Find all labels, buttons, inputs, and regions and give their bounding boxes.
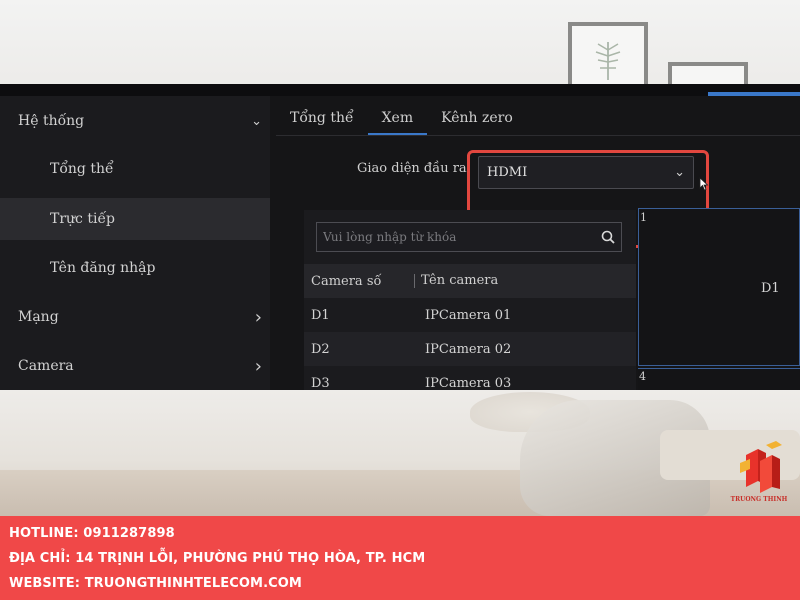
sidebar-item-label: Tổng thể [50,161,114,177]
chevron-down-icon: ⌄ [251,113,262,129]
tab-view[interactable]: Xem [367,102,428,136]
cell-camera-no: D2 [311,341,330,357]
nvr-settings-screen: Hệ thống ⌄ Tổng thể Trực tiếp Tên đăng n… [0,84,800,390]
sidebar: Hệ thống ⌄ Tổng thể Trực tiếp Tên đăng n… [0,96,270,390]
camera-list-panel: Camera số Tên camera D1 IPCamera 01 D2 I… [304,210,636,390]
sidebar-item-label: Hệ thống [18,113,85,129]
cell-camera-no: D3 [311,375,330,391]
search-icon[interactable] [601,230,615,244]
tab-zero-channel[interactable]: Kênh zero [427,102,527,136]
channel-label: D1 [761,281,780,296]
website-link[interactable]: WEBSITE: TRUONGTHINHTELECOM.COM [9,573,800,598]
cell-camera-name: IPCamera 01 [425,307,512,323]
output-interface-label: Giao diện đầu ra [357,161,467,176]
sidebar-item-login[interactable]: Tên đăng nhập [0,247,270,289]
tab-bar: Tổng thể Xem Kênh zero [276,102,527,136]
preview-window[interactable]: 1 D1 [638,208,800,366]
cell-camera-name: IPCamera 03 [425,375,512,391]
contact-footer: HOTLINE: 0911287898 ĐỊA CHỈ: 14 TRỊNH LỖ… [0,516,800,600]
tab-divider [276,135,800,136]
address-text: ĐỊA CHỈ: 14 TRỊNH LỖI, PHƯỜNG PHÚ THỌ HÒ… [9,551,426,566]
sidebar-item-network[interactable]: Mạng › [0,296,270,338]
window-number: 4 [639,370,646,383]
table-row[interactable]: D3 IPCamera 03 [304,366,636,391]
top-accent-bar [708,92,800,96]
sidebar-item-label: Camera [18,358,74,374]
chevron-right-icon: › [254,306,262,328]
search-input[interactable] [323,230,573,244]
tab-general[interactable]: Tổng thể [276,102,368,136]
hotline-text[interactable]: HOTLINE: 0911287898 [9,523,800,548]
search-field[interactable] [316,222,622,252]
table-row[interactable]: D1 IPCamera 01 [304,298,636,332]
sidebar-item-general[interactable]: Tổng thể [0,148,270,190]
logo-text: TRUONG THINH [730,496,788,503]
cell-camera-no: D1 [311,307,330,323]
top-bar [0,84,800,96]
sidebar-item-label: Trực tiếp [50,211,116,227]
cell-camera-name: IPCamera 02 [425,341,512,357]
mouse-cursor-icon [699,177,709,191]
chevron-right-icon: › [254,355,262,377]
table-row[interactable]: D2 IPCamera 02 [304,332,636,366]
plant-illustration [595,42,621,80]
preview-window-4[interactable]: 4 [638,368,800,390]
sidebar-item-label: Mạng [18,309,59,325]
column-header-camera-no[interactable]: Camera số [304,274,414,289]
sidebar-item-live[interactable]: Trực tiếp [0,198,270,240]
window-number: 1 [640,211,647,224]
sidebar-item-system[interactable]: Hệ thống ⌄ [0,100,270,142]
table-header: Camera số Tên camera [304,264,636,298]
sidebar-item-camera[interactable]: Camera › [0,345,270,387]
column-header-camera-name[interactable]: Tên camera [414,274,636,288]
sidebar-item-label: Tên đăng nhập [50,260,156,276]
